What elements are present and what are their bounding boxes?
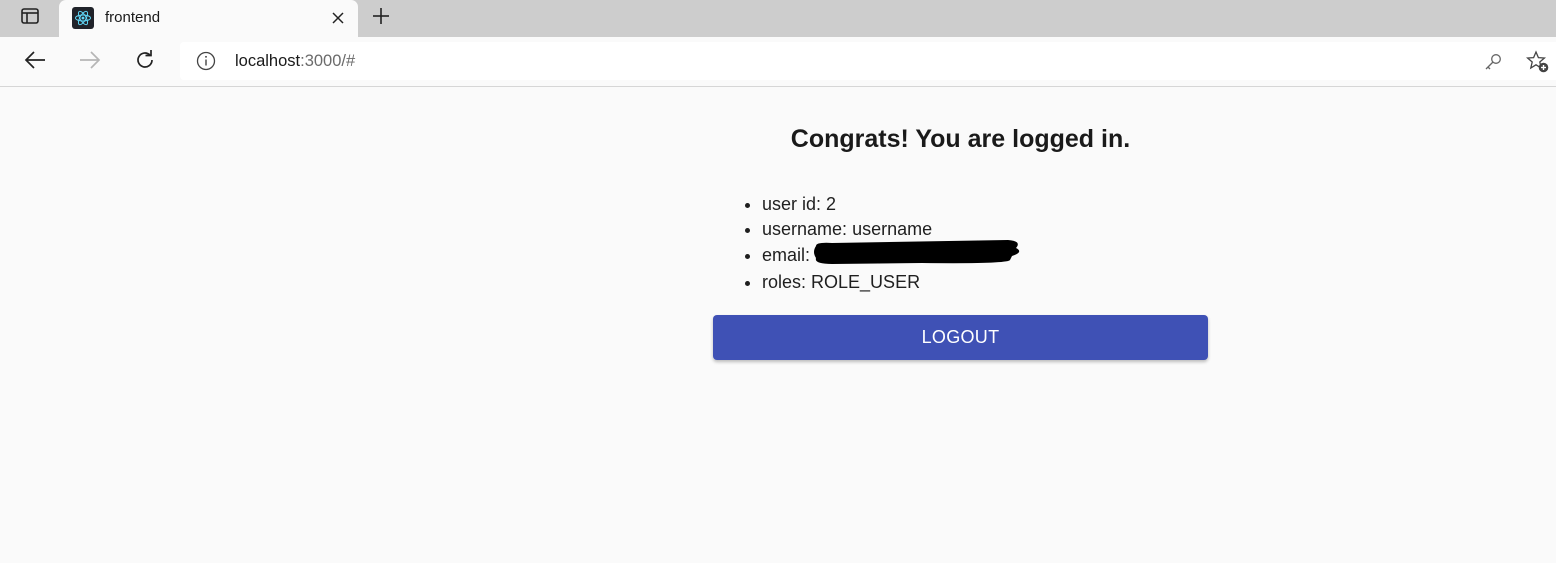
url-host: localhost <box>235 52 301 70</box>
page-content: Congrats! You are logged in. user id: 2 … <box>713 87 1208 360</box>
detail-label: roles: <box>762 272 807 292</box>
forward-arrow-icon <box>78 48 102 77</box>
url-text[interactable]: localhost:3000/# <box>235 52 355 71</box>
tab-title: frontend <box>105 9 161 26</box>
tab-actions-icon <box>20 6 40 31</box>
close-icon[interactable] <box>328 8 348 28</box>
tab-actions-button[interactable] <box>8 5 52 31</box>
detail-value: username <box>852 219 933 239</box>
tab-frontend[interactable]: frontend <box>59 0 358 37</box>
refresh-button[interactable] <box>130 47 160 77</box>
detail-label: user id: <box>762 194 822 214</box>
react-icon <box>72 7 94 29</box>
back-button[interactable] <box>20 47 50 77</box>
detail-value: ROLE_USER <box>811 272 921 292</box>
address-bar[interactable]: localhost:3000/# <box>180 42 1556 80</box>
new-tab-button[interactable] <box>368 5 394 31</box>
forward-button[interactable] <box>75 47 105 77</box>
detail-label: email: <box>762 244 811 265</box>
info-icon[interactable] <box>196 51 216 71</box>
plus-icon <box>371 6 391 31</box>
list-item: roles: ROLE_USER <box>762 270 1208 295</box>
user-details-list: user id: 2 username: username email: rol… <box>713 192 1208 295</box>
list-item: user id: 2 <box>762 192 1208 217</box>
key-icon[interactable] <box>1482 51 1504 73</box>
url-path: :3000/# <box>300 52 356 70</box>
page-title: Congrats! You are logged in. <box>790 125 1131 153</box>
back-arrow-icon <box>23 48 47 77</box>
tab-strip: frontend <box>0 0 1556 37</box>
add-favorite-icon[interactable] <box>1526 50 1550 74</box>
refresh-icon <box>133 48 157 77</box>
redaction-mark <box>812 238 1020 266</box>
logout-button[interactable]: LOGOUT <box>713 315 1208 360</box>
detail-label: username: <box>762 219 848 239</box>
detail-value: 2 <box>826 194 837 214</box>
list-item: email: <box>762 240 1208 270</box>
browser-toolbar: localhost:3000/# <box>0 37 1556 87</box>
